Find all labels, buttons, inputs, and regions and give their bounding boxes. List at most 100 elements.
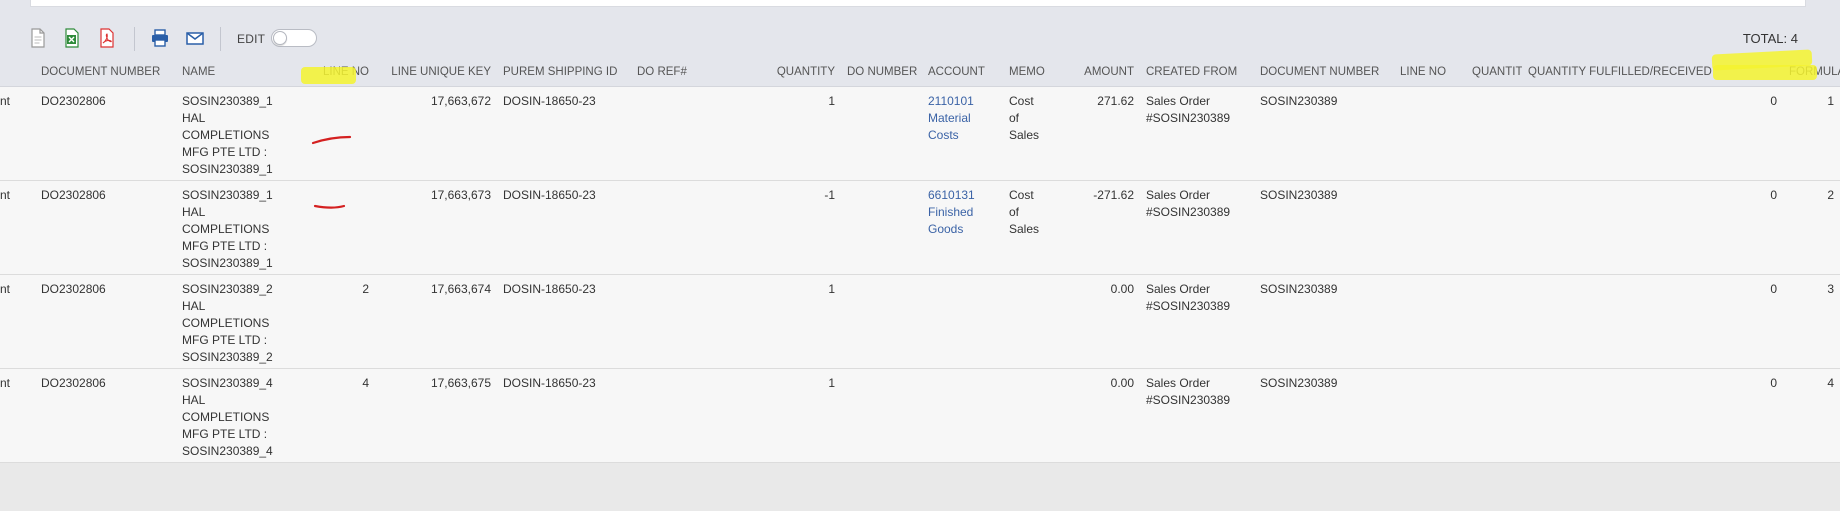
toolbar-separator	[134, 27, 135, 51]
cell-memo: Cost of Sales	[1009, 93, 1040, 142]
cell-quantity-fulfilled: 0	[1770, 187, 1777, 202]
cell-purem-shipping-id: DOSIN-18650-23	[503, 375, 596, 390]
cell-memo	[1003, 274, 1049, 368]
cell-line-no: 4	[362, 375, 369, 390]
cell-do-ref	[631, 86, 706, 180]
cell-type: nt	[0, 187, 11, 202]
col-header-do-ref[interactable]: DO REF#	[631, 58, 706, 87]
excel-icon[interactable]	[62, 28, 82, 48]
col-header-document-number[interactable]: DOCUMENT NUMBER	[35, 58, 176, 87]
cell-amount: 0.00	[1110, 281, 1134, 296]
top-strip	[0, 0, 1840, 19]
col-header-account[interactable]: ACCOUNT	[922, 58, 1003, 87]
email-icon[interactable]	[185, 28, 205, 48]
cell-line-unique-key: 17,663,672	[430, 93, 491, 108]
col-header-do-number[interactable]: DO NUMBER	[841, 58, 922, 87]
cell-account-link[interactable]: 2110101 Material Costs	[928, 94, 974, 142]
table-row: nt DO2302806 SOSIN230389_1 HAL COMPLETIO…	[0, 86, 1840, 180]
cell-line-no-2	[1394, 368, 1466, 462]
cell-memo: Cost of Sales	[1009, 187, 1040, 236]
cell-formula-numeric: 1	[1827, 93, 1834, 108]
print-icon[interactable]	[150, 28, 170, 48]
edit-toggle[interactable]	[271, 29, 317, 47]
results-table: DOCUMENT NUMBER NAME LINE NO LINE UNIQUE…	[0, 58, 1840, 463]
col-header-quantity[interactable]: QUANTITY	[706, 58, 841, 87]
cell-document-number-2: SOSIN230389	[1260, 93, 1338, 108]
col-header-quantity-fulfilled[interactable]: QUANTITY FULFILLED/RECEIVED	[1522, 58, 1783, 87]
cell-do-number	[841, 86, 922, 180]
cell-quantity-fulfilled: 0	[1770, 281, 1777, 296]
cell-document-number: DO2302806	[41, 187, 106, 202]
col-header-quantity-2[interactable]: QUANTITY	[1466, 58, 1522, 87]
col-header-document-number-2[interactable]: DOCUMENT NUMBER	[1254, 58, 1394, 87]
col-header-line-no[interactable]: LINE NO	[300, 58, 375, 87]
cell-document-number-2: SOSIN230389	[1260, 375, 1338, 390]
cell-quantity-fulfilled: 0	[1770, 93, 1777, 108]
cell-line-no: 2	[362, 281, 369, 296]
col-header-name[interactable]: NAME	[176, 58, 300, 87]
cell-type: nt	[0, 281, 11, 296]
cell-line-unique-key: 17,663,675	[430, 375, 491, 390]
cell-quantity-2	[1466, 180, 1522, 274]
cell-do-number	[841, 368, 922, 462]
cell-amount: 271.62	[1097, 93, 1134, 108]
cell-quantity: 1	[828, 93, 835, 108]
cell-do-number	[841, 274, 922, 368]
cell-name: SOSIN230389_1 HAL COMPLETIONS MFG PTE LT…	[182, 187, 273, 270]
edit-label: EDIT	[237, 32, 266, 46]
cell-account-link[interactable]: 6610131 Finished Goods	[928, 188, 975, 236]
col-header-amount[interactable]: AMOUNT	[1049, 58, 1140, 87]
cell-name: SOSIN230389_1 HAL COMPLETIONS MFG PTE LT…	[182, 93, 273, 176]
cell-purem-shipping-id: DOSIN-18650-23	[503, 281, 596, 296]
cell-formula-numeric: 2	[1827, 187, 1834, 202]
cell-created-from: Sales Order #SOSIN230389	[1146, 375, 1231, 407]
table-row: nt DO2302806 SOSIN230389_1 HAL COMPLETIO…	[0, 180, 1840, 274]
cell-document-number-2: SOSIN230389	[1260, 187, 1338, 202]
col-header-formula-numeric[interactable]: FORMULA (NUMERIC)	[1783, 58, 1840, 87]
table-header-row: DOCUMENT NUMBER NAME LINE NO LINE UNIQUE…	[0, 58, 1840, 87]
col-header-memo[interactable]: MEMO	[1003, 58, 1049, 87]
col-header-type[interactable]	[0, 58, 35, 87]
cell-amount: -271.62	[1093, 187, 1134, 202]
cell-formula-numeric: 4	[1827, 375, 1834, 390]
cell-line-unique-key: 17,663,673	[430, 187, 491, 202]
document-icon[interactable]	[28, 28, 48, 48]
cell-purem-shipping-id: DOSIN-18650-23	[503, 187, 596, 202]
cell-quantity: 1	[828, 281, 835, 296]
toolbar: EDIT TOTAL: 4	[0, 19, 1840, 58]
cell-created-from: Sales Order #SOSIN230389	[1146, 93, 1231, 125]
cell-purem-shipping-id: DOSIN-18650-23	[503, 93, 596, 108]
cell-document-number: DO2302806	[41, 281, 106, 296]
table-row: nt DO2302806 SOSIN230389_2 HAL COMPLETIO…	[0, 274, 1840, 368]
cell-created-from: Sales Order #SOSIN230389	[1146, 281, 1231, 313]
col-header-created-from[interactable]: CREATED FROM	[1140, 58, 1254, 87]
cell-quantity-fulfilled: 0	[1770, 375, 1777, 390]
cell-document-number-2: SOSIN230389	[1260, 281, 1338, 296]
cell-line-no-2	[1394, 274, 1466, 368]
cell-memo	[1003, 368, 1049, 462]
cell-do-ref	[631, 180, 706, 274]
cell-line-no-2	[1394, 180, 1466, 274]
cell-name: SOSIN230389_2 HAL COMPLETIONS MFG PTE LT…	[182, 281, 273, 364]
toolbar-separator	[220, 27, 221, 51]
cell-document-number: DO2302806	[41, 93, 106, 108]
cell-line-unique-key: 17,663,674	[430, 281, 491, 296]
pdf-icon[interactable]	[97, 28, 117, 48]
cell-type: nt	[0, 375, 11, 390]
cell-line-no-2	[1394, 86, 1466, 180]
cell-type: nt	[0, 93, 11, 108]
toggle-knob	[273, 31, 287, 45]
top-panel-edge	[30, 0, 1806, 7]
cell-quantity-2	[1466, 368, 1522, 462]
cell-formula-numeric: 3	[1827, 281, 1834, 296]
cell-quantity-2	[1466, 86, 1522, 180]
cell-line-no	[300, 86, 375, 180]
col-header-purem-shipping-id[interactable]: PUREM SHIPPING ID	[497, 58, 631, 87]
cell-do-ref	[631, 274, 706, 368]
col-header-line-no-2[interactable]: LINE NO	[1394, 58, 1466, 87]
col-header-line-unique-key[interactable]: LINE UNIQUE KEY	[375, 58, 497, 87]
cell-amount: 0.00	[1110, 375, 1134, 390]
cell-document-number: DO2302806	[41, 375, 106, 390]
cell-line-no	[300, 180, 375, 274]
total-count: TOTAL: 4	[1742, 31, 1798, 46]
